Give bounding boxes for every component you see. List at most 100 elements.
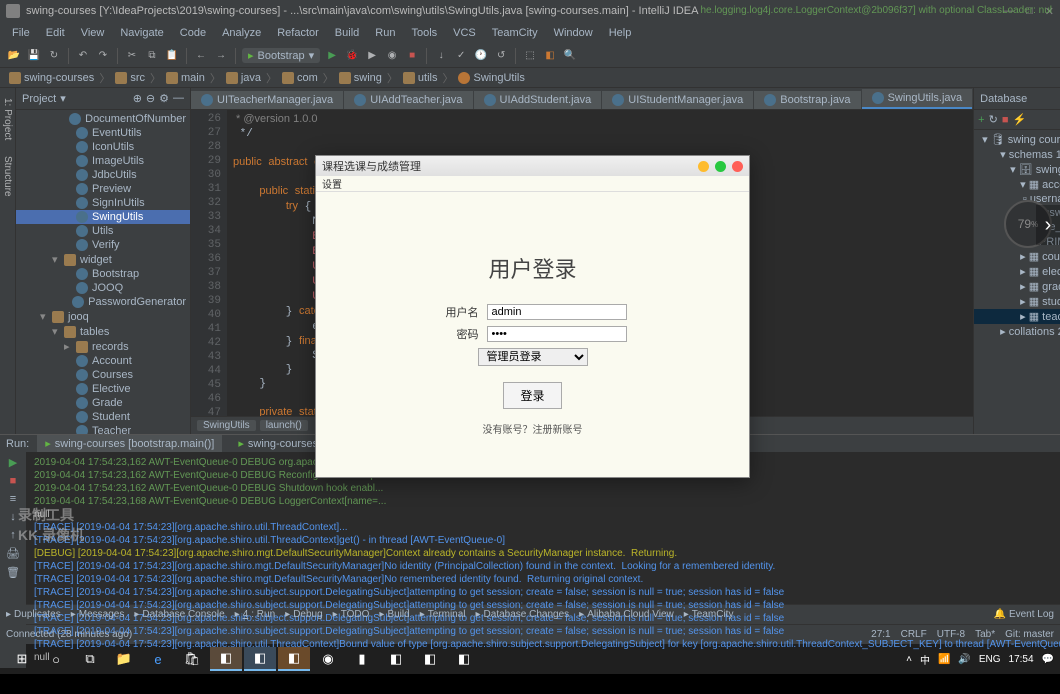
sync-icon[interactable]: ↻ — [46, 48, 62, 64]
password-input[interactable] — [487, 326, 627, 342]
chrome-icon[interactable]: ◉ — [312, 647, 344, 671]
menu-item[interactable]: Refactor — [271, 25, 325, 41]
tree-item[interactable]: Preview — [16, 182, 190, 196]
breadcrumb-item[interactable]: utils — [400, 72, 441, 84]
menu-item[interactable]: Edit — [40, 25, 71, 41]
tree-item[interactable]: ▾jooq — [16, 309, 190, 324]
role-select[interactable]: 管理员登录 — [478, 348, 588, 366]
status-item[interactable]: Tab* — [975, 629, 995, 640]
run-tab[interactable]: ▸swing-courses [bootstrap.main()] — [37, 435, 222, 452]
explorer-icon[interactable]: 📁 — [108, 647, 140, 671]
gear-icon[interactable]: ⚙ — [159, 92, 169, 105]
tree-item[interactable]: Grade — [16, 396, 190, 410]
stop-icon[interactable]: ■ — [404, 48, 420, 64]
menu-item[interactable]: TeamCity — [486, 25, 544, 41]
breadcrumb-item[interactable]: SwingUtils — [455, 72, 527, 84]
breadcrumb-item[interactable]: java — [223, 72, 264, 84]
expand-icon[interactable]: ⊕ — [133, 92, 142, 105]
dialog-minimize-icon[interactable] — [698, 161, 709, 172]
filter-icon[interactable]: ⚡ — [1012, 113, 1026, 126]
coverage-icon[interactable]: ▶ — [364, 48, 380, 64]
save-icon[interactable]: 💾 — [26, 48, 42, 64]
clock[interactable]: 17:54 — [1009, 654, 1034, 665]
editor-tab[interactable]: UITeacherManager.java — [191, 91, 343, 109]
paste-icon[interactable]: 📋 — [164, 48, 180, 64]
redo-icon[interactable]: ↷ — [95, 48, 111, 64]
tree-item[interactable]: Bootstrap — [16, 267, 190, 281]
tree-item[interactable]: Utils — [16, 224, 190, 238]
menu-item[interactable]: Navigate — [114, 25, 169, 41]
tool-button[interactable]: ▸ Debug — [285, 609, 323, 620]
tool-button[interactable]: ▸ Terminal — [420, 609, 466, 620]
tree-item[interactable]: Student — [16, 410, 190, 424]
database-tree[interactable]: ▾ 🛢 swing courses@localhost1 of 21▾ sche… — [974, 130, 1060, 434]
wifi-icon[interactable]: 📶 — [938, 654, 950, 665]
vcs-update-icon[interactable]: ↓ — [433, 48, 449, 64]
project-tool-tab[interactable]: 1: Project — [0, 92, 15, 146]
menu-item[interactable]: Analyze — [216, 25, 267, 41]
tool-button[interactable]: ▸ Database Changes — [476, 609, 570, 620]
app-task-icon[interactable]: ◧ — [278, 647, 310, 671]
username-input[interactable] — [487, 304, 627, 320]
tool-button[interactable]: ▸ Messages — [71, 609, 125, 620]
trash-icon[interactable]: 🗑 — [6, 566, 20, 579]
run-config-select[interactable]: ▸ Bootstrap ▾ — [242, 48, 320, 63]
menu-item[interactable]: File — [6, 25, 36, 41]
collapse-icon[interactable]: ⊖ — [146, 92, 155, 105]
tree-item[interactable]: JdbcUtils — [16, 168, 190, 182]
tool-button[interactable]: ▸ 4: Run — [235, 609, 276, 620]
tree-item[interactable]: ImageUtils — [16, 154, 190, 168]
tree-item[interactable]: PasswordGenerator — [16, 295, 190, 309]
db-item[interactable]: ▾ schemas 1 — [974, 147, 1060, 162]
run-icon[interactable]: ▶ — [324, 48, 340, 64]
stop-icon[interactable]: ■ — [10, 475, 17, 487]
tree-item[interactable]: SwingUtils — [16, 210, 190, 224]
store-icon[interactable]: 🛍 — [176, 647, 208, 671]
login-button[interactable]: 登录 — [503, 382, 561, 409]
editor-tab[interactable]: SwingUtils.java — [862, 89, 973, 109]
tree-item[interactable]: ▾widget — [16, 252, 190, 267]
table-item[interactable]: ▸ ▦ teacher — [974, 309, 1060, 324]
tree-item[interactable]: Verify — [16, 238, 190, 252]
lang-indicator[interactable]: ENG — [979, 654, 1001, 665]
menu-item[interactable]: VCS — [447, 25, 482, 41]
status-item[interactable]: Git: master — [1005, 629, 1054, 640]
back-icon[interactable]: ← — [193, 48, 209, 64]
tool-button[interactable]: ▸ Build — [379, 609, 409, 620]
hide-icon[interactable]: — — [173, 92, 184, 105]
menu-item[interactable]: Help — [603, 25, 638, 41]
table-item[interactable]: ▸ ▦ elective — [974, 264, 1060, 279]
breadcrumb-item[interactable]: com — [279, 72, 321, 84]
terminal-icon[interactable]: ▮ — [346, 647, 378, 671]
next-arrow-icon[interactable]: › — [1036, 205, 1060, 245]
forward-icon[interactable]: → — [213, 48, 229, 64]
status-item[interactable]: 27:1 — [871, 629, 890, 640]
edge-icon[interactable]: e — [142, 647, 174, 671]
task-view-icon[interactable]: ⧉ — [74, 647, 106, 671]
project-tree[interactable]: DocumentOfNumberEventUtilsIconUtilsImage… — [16, 110, 190, 434]
copy-icon[interactable]: ⧉ — [144, 48, 160, 64]
tree-item[interactable]: SignInUtils — [16, 196, 190, 210]
register-link[interactable]: 没有账号？注册新账号 — [336, 421, 729, 436]
vcs-revert-icon[interactable]: ↺ — [493, 48, 509, 64]
up-icon[interactable]: ↑ — [10, 529, 16, 541]
tool-button[interactable]: ▸ Database Console — [134, 609, 224, 620]
tree-item[interactable]: EventUtils — [16, 126, 190, 140]
editor-tab[interactable]: UIStudentManager.java — [602, 91, 753, 109]
menu-item[interactable]: View — [75, 25, 111, 41]
datasource-item[interactable]: ▾ 🛢 swing courses@localhost1 of 21 — [974, 132, 1060, 147]
menu-item[interactable]: Code — [174, 25, 212, 41]
menu-item[interactable]: Window — [548, 25, 599, 41]
notification-icon[interactable]: 💬 — [1042, 654, 1054, 665]
cortana-icon[interactable]: ○ — [40, 647, 72, 671]
event-log-button[interactable]: 🔔 Event Log — [994, 609, 1055, 620]
db-item[interactable]: ▾ 🗄 swing_courses — [974, 162, 1060, 177]
rerun-icon[interactable]: ▶ — [9, 456, 17, 469]
cut-icon[interactable]: ✂ — [124, 48, 140, 64]
dialog-maximize-icon[interactable] — [715, 161, 726, 172]
refresh-icon[interactable]: ↻ — [989, 113, 998, 126]
open-icon[interactable]: 📂 — [6, 48, 22, 64]
search-icon[interactable]: 🔍 — [562, 48, 578, 64]
pin-icon[interactable]: ↓ — [10, 511, 16, 523]
dialog-close-icon[interactable] — [732, 161, 743, 172]
